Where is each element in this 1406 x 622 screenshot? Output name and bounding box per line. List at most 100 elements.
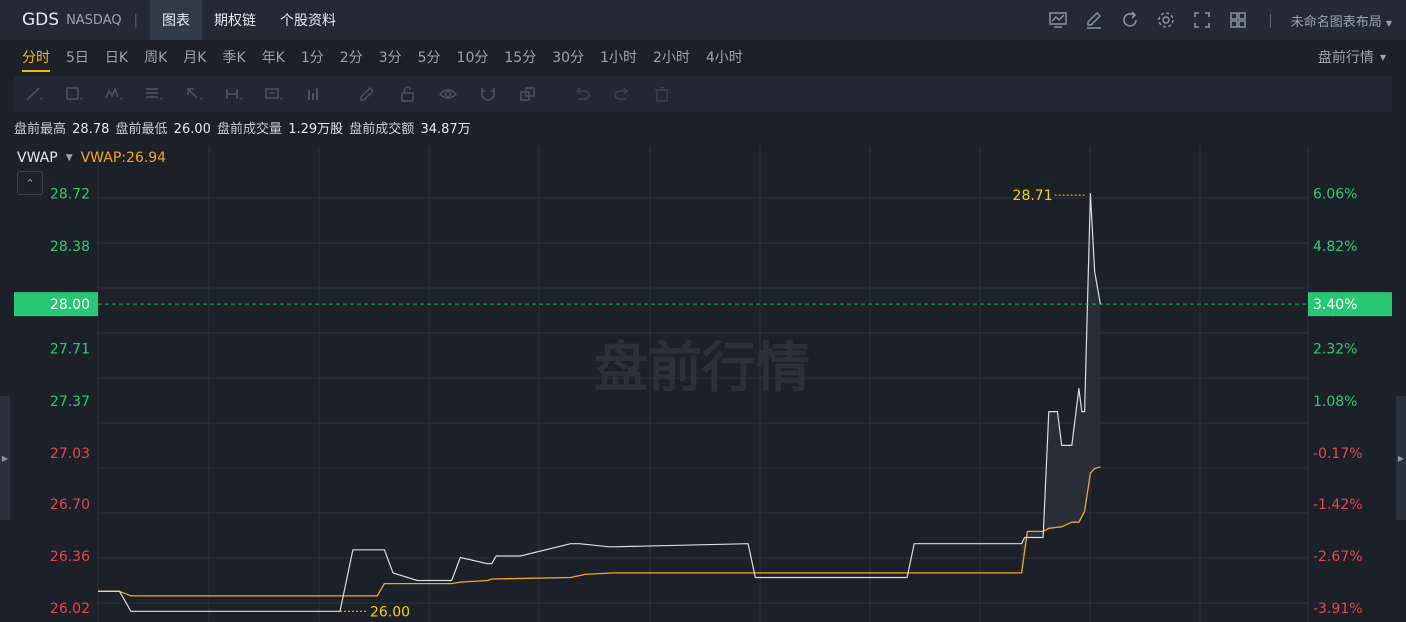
period-15m[interactable]: 15分	[496, 40, 544, 74]
pencil-icon[interactable]	[348, 76, 388, 112]
premarket-low-value: 26.00	[173, 122, 211, 137]
current-price-label: 28.00	[50, 297, 90, 313]
period-quarterly[interactable]: 季K	[214, 40, 253, 74]
layers-icon[interactable]	[508, 76, 548, 112]
edit-icon[interactable]	[1076, 0, 1112, 40]
current-percent-label: 3.40%	[1313, 297, 1357, 313]
chart-watermark: 盘前行情	[594, 336, 810, 399]
price-tick-label: 26.36	[50, 549, 90, 565]
bar-indicator-icon[interactable]	[294, 76, 334, 112]
layout-separator: |	[1268, 12, 1273, 28]
current-percent-tag	[1308, 292, 1392, 317]
period-1h[interactable]: 1小时	[592, 40, 645, 74]
period-bar: 分时 5日 日K 周K 月K 季K 年K 1分 2分 3分 5分 10分 15分…	[0, 40, 1406, 74]
chevron-up-icon: ⌃	[25, 176, 35, 190]
period-2h[interactable]: 2小时	[645, 40, 698, 74]
eye-icon[interactable]	[428, 76, 468, 112]
low-marker-label: 26.00	[370, 604, 410, 620]
premarket-stats: 盘前最高 28.78 盘前最低 26.00 盘前成交量 1.29万股 盘前成交额…	[14, 118, 473, 137]
spike-fill-area	[1021, 193, 1101, 573]
fullscreen-icon[interactable]	[1184, 0, 1220, 40]
monitor-chart-icon[interactable]	[1040, 0, 1076, 40]
percent-tick-label: -2.67%	[1313, 549, 1363, 565]
tab-option-chain[interactable]: 期权链	[202, 0, 268, 40]
percent-tick-label: 6.06%	[1313, 187, 1357, 203]
chevron-down-icon: ▼	[1379, 52, 1386, 62]
top-bar: GDS NASDAQ | 图表 期权链 个股资料 | 未命名图表布局 ▼	[0, 0, 1406, 40]
session-mode-dropdown[interactable]: 盘前行情 ▼	[1318, 40, 1386, 74]
chevron-right-icon: ▶	[1397, 453, 1405, 463]
chevron-down-icon[interactable]: ▼	[66, 153, 73, 163]
text-label-icon[interactable]	[254, 76, 294, 112]
refresh-icon[interactable]	[1112, 0, 1148, 40]
period-intraday[interactable]: 分时	[14, 40, 58, 74]
pattern-icon[interactable]	[94, 76, 134, 112]
period-daily[interactable]: 日K	[97, 40, 136, 74]
price-tick-label: 28.38	[50, 239, 90, 255]
chevron-down-icon: ▼	[1385, 18, 1392, 28]
high-marker-label: 28.71	[1013, 188, 1053, 204]
header-separator: |	[133, 12, 139, 28]
collapse-indicator-button[interactable]: ⌃	[17, 171, 43, 195]
period-weekly[interactable]: 周K	[136, 40, 175, 74]
series-line-vwap	[98, 466, 1101, 597]
measure-icon[interactable]	[214, 76, 254, 112]
indicator-name[interactable]: VWAP	[17, 150, 58, 166]
chart-grid	[97, 146, 1309, 622]
price-tick-label: 27.71	[50, 342, 90, 358]
period-2m[interactable]: 2分	[332, 40, 371, 74]
trash-icon[interactable]	[642, 76, 682, 112]
drawing-toolbar	[14, 76, 1392, 112]
fibonacci-icon[interactable]	[134, 76, 174, 112]
percent-axis: 6.06% 4.82% 2.32% 1.08% -0.17% -1.42% -2.67% -3…	[1308, 187, 1392, 617]
trend-line-icon[interactable]	[14, 76, 54, 112]
lock-icon[interactable]	[388, 76, 428, 112]
premarket-high-label: 盘前最高	[14, 122, 67, 137]
tab-stock-profile[interactable]: 个股资料	[268, 0, 348, 40]
period-yearly[interactable]: 年K	[254, 40, 293, 74]
price-tick-label: 27.37	[50, 394, 90, 410]
grid-layout-icon[interactable]	[1220, 0, 1256, 40]
period-5m[interactable]: 5分	[410, 40, 449, 74]
percent-tick-label: -1.42%	[1313, 497, 1363, 513]
premarket-volume-value: 1.29万股	[288, 122, 344, 137]
right-panel-handle[interactable]: ▶	[1396, 396, 1406, 520]
indicator-legend: VWAP ▼ VWAP:26.94	[17, 150, 166, 166]
price-tick-label: 26.02	[50, 601, 90, 617]
price-tick-label: 26.70	[50, 497, 90, 513]
layout-name-dropdown[interactable]: 未命名图表布局 ▼	[1291, 11, 1392, 30]
tab-chart[interactable]: 图表	[150, 0, 203, 40]
chart-series	[14, 193, 1392, 612]
premarket-low-label: 盘前最低	[115, 122, 168, 137]
percent-tick-label: 1.08%	[1313, 394, 1357, 410]
period-30m[interactable]: 30分	[544, 40, 592, 74]
period-3m[interactable]: 3分	[371, 40, 410, 74]
layout-name-label: 未命名图表布局	[1290, 14, 1382, 30]
arrow-icon[interactable]	[174, 76, 214, 112]
series-line-price	[98, 193, 1101, 612]
percent-tick-label: -3.91%	[1313, 601, 1363, 617]
vwap-value: VWAP:26.94	[80, 150, 167, 166]
top-toolbar: | 未命名图表布局 ▼	[1040, 0, 1392, 40]
rectangle-icon[interactable]	[54, 76, 94, 112]
exchange-label: NASDAQ	[66, 12, 122, 28]
redo-icon[interactable]	[602, 76, 642, 112]
premarket-volume-label: 盘前成交量	[217, 122, 283, 137]
premarket-high-value: 28.78	[72, 122, 110, 137]
period-5d[interactable]: 5日	[58, 40, 97, 74]
percent-tick-label: 2.32%	[1313, 342, 1357, 358]
price-tick-label: 28.72	[50, 187, 90, 203]
chart-markers: 28.71 26.00	[340, 188, 1085, 620]
chevron-right-icon: ▶	[1, 453, 9, 463]
ticker-symbol: GDS	[22, 10, 60, 30]
premarket-amount-value: 34.87万	[420, 122, 471, 137]
magnet-icon[interactable]	[468, 76, 508, 112]
period-4h[interactable]: 4小时	[698, 40, 751, 74]
undo-icon[interactable]	[562, 76, 602, 112]
period-10m[interactable]: 10分	[449, 40, 497, 74]
period-monthly[interactable]: 月K	[175, 40, 214, 74]
period-1m[interactable]: 1分	[293, 40, 332, 74]
session-mode-label: 盘前行情	[1317, 50, 1374, 66]
left-panel-handle[interactable]: ▶	[0, 396, 10, 520]
settings-icon[interactable]	[1148, 0, 1184, 40]
